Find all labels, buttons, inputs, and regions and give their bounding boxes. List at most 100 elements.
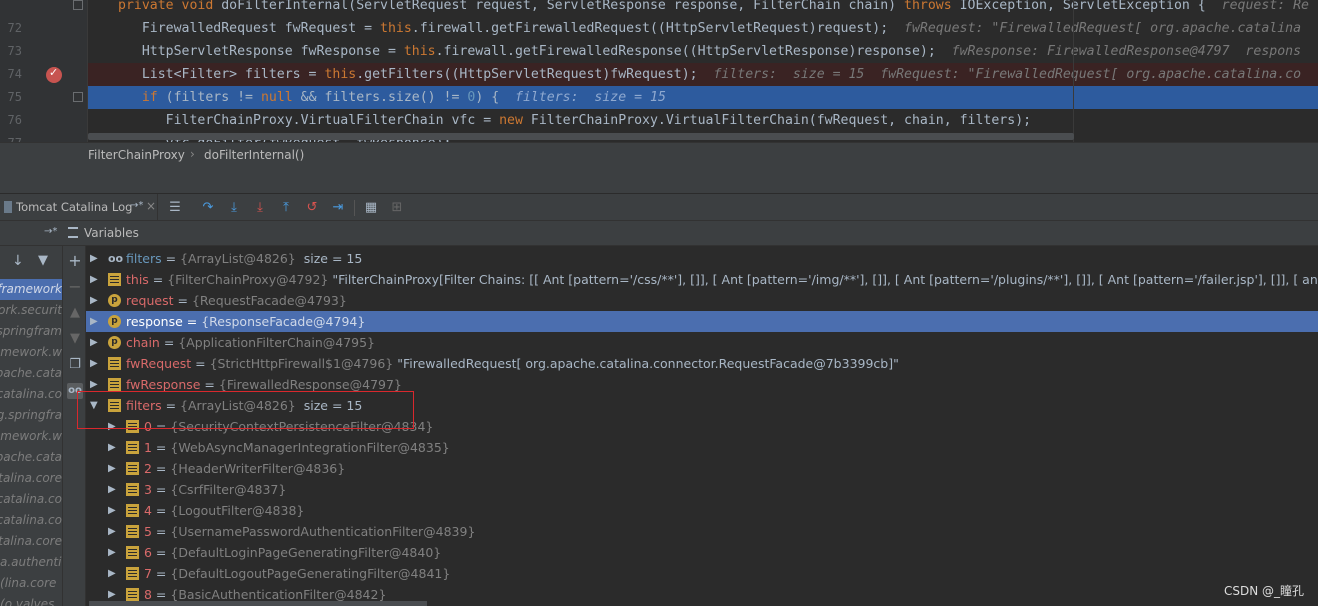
move-down-icon[interactable]: ▼ — [67, 331, 83, 347]
expand-arrow-icon[interactable]: ▶ — [108, 479, 118, 500]
force-step-into-icon[interactable]: ⤓ — [252, 200, 268, 216]
expand-arrow-icon[interactable]: ▶ — [108, 542, 118, 563]
highlight-box — [77, 391, 414, 429]
expand-arrow-icon[interactable]: ▶ — [108, 458, 118, 479]
equals-sign: = — [161, 251, 181, 266]
tab-tomcat-catalina-log[interactable]: Tomcat Catalina Log →* × — [0, 194, 158, 221]
stack-frame-item[interactable]: catalina.co — [0, 510, 62, 531]
stack-frame-item[interactable]: springfram — [0, 321, 62, 342]
variables-icon — [68, 227, 78, 238]
equals-sign: = — [151, 587, 171, 602]
step-over-icon[interactable]: ↷ — [200, 200, 216, 216]
stack-frame-item[interactable]: lina.core) — [0, 573, 62, 594]
variable-row[interactable]: ▶ this = {FilterChainProxy@4792} "FilterCh… — [86, 269, 1318, 290]
expand-arrow-icon[interactable]: ▶ — [108, 563, 118, 584]
stack-frame-item[interactable]: atalina.core — [0, 468, 62, 489]
line-number[interactable]: 73 — [0, 44, 22, 58]
filter-icon[interactable]: ▼ — [38, 253, 48, 268]
equals-sign: = — [151, 524, 171, 539]
fold-icon[interactable] — [73, 92, 83, 102]
code-line[interactable]: List<Filter> filters = this.getFilters((… — [88, 63, 1318, 86]
equals-sign: = — [173, 293, 192, 308]
stack-frame-item[interactable]: ork.securit — [0, 300, 62, 321]
line-number[interactable]: 72 — [0, 21, 22, 35]
variable-row[interactable]: ▶ fwRequest = {StrictHttpFirewall$1@4796}… — [86, 353, 1318, 374]
evaluate-expression-icon[interactable]: ▦ — [363, 200, 379, 216]
step-out-icon[interactable]: ⤒ — [278, 200, 294, 216]
variable-value: size = 15 — [299, 251, 363, 266]
tab-label: Tomcat Catalina Log — [16, 200, 133, 214]
code-line[interactable]: private void doFilterInternal(ServletReq… — [88, 0, 1318, 17]
variable-row[interactable]: ▶ 4 = {LogoutFilter@4838} — [86, 500, 1318, 521]
variable-value: "FilterChainProxy[Filter Chains: [[ Ant … — [332, 272, 1318, 287]
variable-row[interactable]: ▶ p response = {ResponseFacade@4794} — [86, 311, 1318, 332]
variable-type: {FirewalledResponse@4797} — [218, 377, 402, 392]
expand-arrow-icon[interactable]: ▶ — [90, 269, 100, 290]
variable-row[interactable]: ▶ oo filters = {ArrayList@4826} size = 15 — [86, 248, 1318, 269]
field-icon — [108, 378, 121, 391]
menu-icon[interactable]: ☰ — [167, 200, 183, 216]
line-number[interactable]: 76 — [0, 113, 22, 127]
stack-frame-item[interactable]: atalina.core) — [0, 531, 62, 552]
expand-arrow-icon[interactable]: ▶ — [90, 332, 100, 353]
variable-row[interactable]: ▶ p request = {RequestFacade@4793} — [86, 290, 1318, 311]
pin-icon[interactable]: →* — [130, 200, 143, 211]
variable-row[interactable]: ▶ p chain = {ApplicationFilterChain@4795} — [86, 332, 1318, 353]
variable-text: chain = {ApplicationFilterChain@4795} — [126, 332, 379, 353]
stack-frame-item[interactable]: amework.w — [0, 426, 62, 447]
expand-arrow-icon[interactable]: ▶ — [90, 248, 100, 269]
variable-row[interactable]: ▶ 7 = {DefaultLogoutPageGeneratingFilter@… — [86, 563, 1318, 584]
stack-frame-item[interactable]: catalina.co — [0, 384, 62, 405]
add-icon[interactable]: + — [67, 253, 83, 269]
code-line[interactable]: FilterChainProxy.VirtualFilterChain vfc … — [88, 109, 1318, 132]
remove-icon[interactable]: − — [67, 279, 83, 295]
variable-row[interactable]: ▶ 5 = {UsernamePasswordAuthenticationFilt… — [86, 521, 1318, 542]
arrow-down-icon[interactable]: ↓ — [12, 253, 24, 269]
variables-horizontal-scrollbar[interactable] — [89, 601, 427, 606]
stack-frame-item[interactable]: amework.w — [0, 342, 62, 363]
code-line[interactable]: FirewalledRequest fwRequest = this.firew… — [88, 17, 1318, 40]
breadcrumb-method[interactable]: doFilterInternal() — [204, 148, 304, 162]
variable-row[interactable]: ▶ 2 = {HeaderWriterFilter@4836} — [86, 458, 1318, 479]
expand-arrow-icon[interactable]: ▶ — [108, 500, 118, 521]
expand-arrow-icon[interactable]: ▶ — [108, 437, 118, 458]
variable-text: filters = {ArrayList@4826} size = 15 — [126, 248, 362, 269]
stack-frame-item[interactable]: o.valves) — [0, 594, 62, 606]
fold-icon[interactable] — [73, 0, 83, 10]
step-into-icon[interactable]: ⤓ — [226, 200, 242, 216]
stack-frame-item[interactable]: catalina.co — [0, 489, 62, 510]
line-number[interactable]: 74 — [0, 67, 22, 81]
close-icon[interactable]: × — [146, 199, 156, 213]
code-editor[interactable]: ✓ private void doFilterInternal(ServletR… — [0, 0, 1318, 142]
code-line[interactable]: if (filters != null && filters.size() !=… — [88, 86, 1318, 109]
trace-stream-icon[interactable]: ⊞ — [389, 200, 405, 216]
line-number[interactable]: 75 — [0, 90, 22, 104]
variable-text: request = {RequestFacade@4793} — [126, 290, 351, 311]
variable-row[interactable]: ▶ 3 = {CsrfFilter@4837} — [86, 479, 1318, 500]
variable-text: 6 = {DefaultLoginPageGeneratingFilter@48… — [144, 542, 445, 563]
expand-arrow-icon[interactable]: ▶ — [108, 521, 118, 542]
restore-layout-icon[interactable]: →* — [44, 226, 57, 237]
copy-icon[interactable]: ❐ — [67, 357, 83, 373]
code-line[interactable]: HttpServletResponse fwResponse = this.fi… — [88, 40, 1318, 63]
stack-frame-item[interactable]: apache.cata — [0, 447, 62, 468]
stack-frame-item[interactable]: apache.cata — [0, 363, 62, 384]
run-to-cursor-icon[interactable]: ⇥ — [330, 200, 346, 216]
expand-arrow-icon[interactable]: ▶ — [90, 353, 100, 374]
stack-frame-item[interactable]: a.authenti — [0, 552, 62, 573]
variable-text: 1 = {WebAsyncManagerIntegrationFilter@48… — [144, 437, 454, 458]
toolbar-separator — [354, 200, 355, 216]
variable-row[interactable]: ▶ 1 = {WebAsyncManagerIntegrationFilter@4… — [86, 437, 1318, 458]
variable-row[interactable]: ▶ 6 = {DefaultLoginPageGeneratingFilter@4… — [86, 542, 1318, 563]
variable-text: 7 = {DefaultLogoutPageGeneratingFilter@4… — [144, 563, 454, 584]
breadcrumb-separator: › — [190, 147, 195, 161]
move-up-icon[interactable]: ▲ — [67, 305, 83, 321]
editor-horizontal-scrollbar[interactable] — [88, 133, 1074, 140]
expand-arrow-icon[interactable]: ▶ — [90, 311, 100, 332]
breadcrumb-class[interactable]: FilterChainProxy — [88, 148, 185, 162]
variable-name: 5 — [144, 524, 152, 539]
stack-frame-item[interactable]: framework — [0, 279, 62, 300]
stack-frame-item[interactable]: g.springfra — [0, 405, 62, 426]
expand-arrow-icon[interactable]: ▶ — [90, 290, 100, 311]
drop-frame-icon[interactable]: ↺ — [304, 200, 320, 216]
